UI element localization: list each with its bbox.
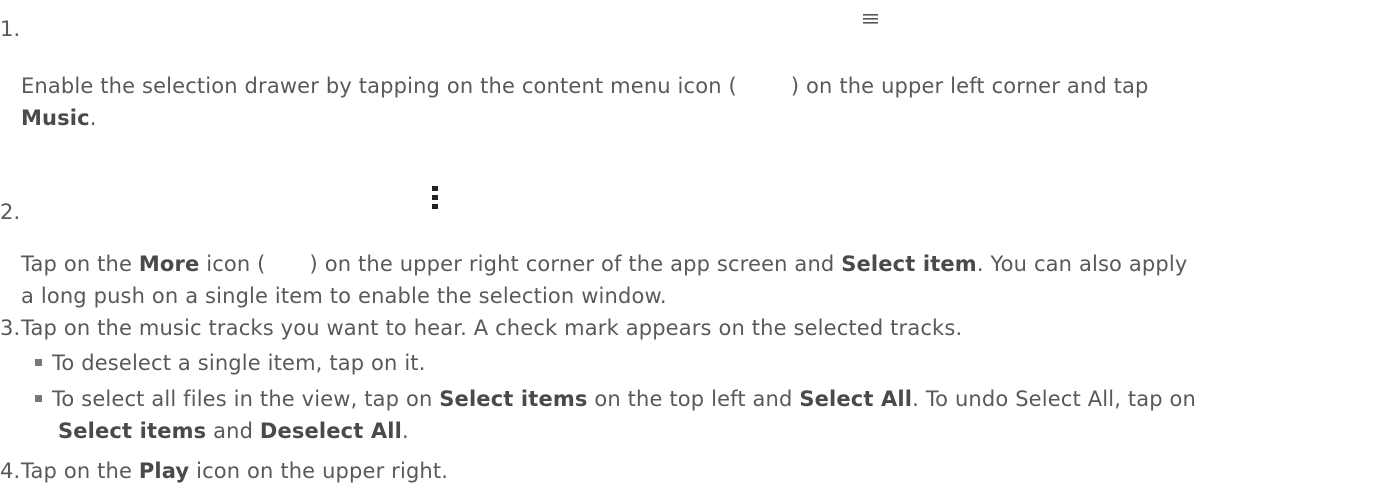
hamburger-menu-icon xyxy=(863,14,878,24)
play-label: Play xyxy=(138,459,190,483)
step-2-text: Tap on the More icon () on the upper rig… xyxy=(21,252,1188,308)
step-2-number: 2. xyxy=(0,200,21,224)
step-3-number: 3. xyxy=(0,316,21,340)
step-1-number: 1. xyxy=(0,17,21,41)
step-4-text: Tap on the Play icon on the upper right. xyxy=(21,459,449,483)
step-4-number: 4. xyxy=(0,459,21,483)
step-3-bullet-2-continued: Select items and Deselect All. xyxy=(58,419,409,443)
step-3-bullet-1: To deselect a single item, tap on it. xyxy=(35,347,1365,379)
more-label: More xyxy=(138,252,200,276)
more-vertical-icon xyxy=(432,186,438,209)
step-3-bullet-2: To select all files in the view, tap on … xyxy=(35,383,1365,415)
bullet-marker xyxy=(35,394,42,402)
bullet-marker xyxy=(35,358,42,366)
step-3-text: Tap on the music tracks you want to hear… xyxy=(21,316,963,340)
step-1-text: Enable the selection drawer by tapping o… xyxy=(21,74,1149,130)
select-item-label: Select item xyxy=(841,252,977,276)
music-label: Music xyxy=(21,106,90,130)
